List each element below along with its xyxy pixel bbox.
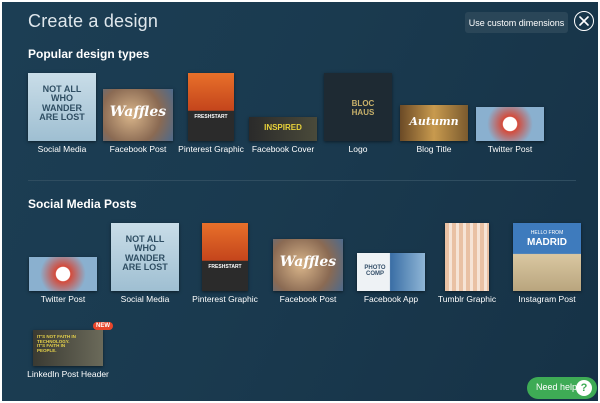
- question-mark-icon: ?: [576, 380, 592, 396]
- tile-social-media[interactable]: NOT ALL WHO WANDER ARE LOST Social Media: [111, 223, 179, 304]
- thumb-freshstart: FRESHSTART: [202, 223, 248, 291]
- custom-dimensions-button[interactable]: Use custom dimensions: [465, 12, 568, 33]
- thumb-wander: NOT ALL WHO WANDER ARE LOST: [111, 223, 179, 291]
- thumb-waffles: Waffles: [273, 239, 343, 291]
- tile-label: Social Media: [37, 144, 87, 154]
- tile-label: Facebook Post: [279, 294, 337, 304]
- tile-linkedin-post-header[interactable]: IT'S NOT FAITH IN TECHNOLOGY. IT'S FAITH…: [27, 328, 109, 379]
- tile-label: Facebook App: [363, 294, 419, 304]
- social-heading: Social Media Posts: [28, 197, 137, 211]
- close-button[interactable]: [574, 11, 594, 31]
- tile-label: Facebook Post: [109, 144, 167, 154]
- close-icon: [579, 16, 589, 26]
- tile-blog-title[interactable]: Autumn Blog Title: [399, 73, 469, 154]
- need-help-button[interactable]: Need help ?: [527, 377, 597, 399]
- tile-logo[interactable]: BLOC HAUS Logo: [324, 73, 392, 154]
- thumb-waffles: Waffles: [103, 89, 173, 141]
- tile-facebook-post[interactable]: Waffles Facebook Post: [103, 73, 173, 154]
- thumb-twitter-food: [29, 257, 97, 291]
- create-design-modal: Create a design Use custom dimensions Po…: [2, 2, 598, 401]
- tile-facebook-post[interactable]: Waffles Facebook Post: [273, 223, 343, 304]
- thumb-bloc-haus: BLOC HAUS: [324, 73, 392, 141]
- thumb-freshstart: FRESHSTART: [188, 73, 234, 141]
- tile-twitter-post[interactable]: Twitter Post: [28, 223, 98, 304]
- tile-label: Pinterest Graphic: [192, 294, 258, 304]
- tile-label: Blog Title: [416, 144, 452, 154]
- tile-pinterest-graphic[interactable]: FRESHSTART Pinterest Graphic: [178, 73, 244, 154]
- thumb-twitter-food: [476, 107, 544, 141]
- tile-label: Pinterest Graphic: [178, 144, 244, 154]
- tile-facebook-app[interactable]: PHOTO COMP Facebook App: [356, 223, 426, 304]
- tile-pinterest-graphic[interactable]: FRESHSTART Pinterest Graphic: [192, 223, 258, 304]
- section-divider: [28, 180, 576, 181]
- thumb-linkedin: IT'S NOT FAITH IN TECHNOLOGY. IT'S FAITH…: [33, 330, 103, 366]
- tile-facebook-cover[interactable]: INSPIRED Facebook Cover: [247, 73, 319, 154]
- thumb-tumblr-face: [445, 223, 489, 291]
- tile-label: Logo: [348, 144, 368, 154]
- tile-label: Tumblr Graphic: [437, 294, 497, 304]
- tile-label: LinkedIn Post Header: [27, 369, 109, 379]
- tile-social-media[interactable]: NOT ALL WHO WANDER ARE LOST Social Media: [28, 73, 96, 154]
- thumb-madrid: HELLO FROM MADRID: [513, 223, 581, 291]
- tile-instagram-post[interactable]: HELLO FROM MADRID Instagram Post: [511, 223, 583, 304]
- need-help-label: Need help: [536, 382, 578, 392]
- popular-heading: Popular design types: [28, 47, 150, 61]
- modal-title: Create a design: [28, 11, 159, 31]
- tile-label: Facebook Cover: [251, 144, 315, 154]
- tile-label: Instagram Post: [518, 294, 576, 304]
- thumb-inspired: INSPIRED: [249, 117, 317, 141]
- thumb-photo-comp: PHOTO COMP: [357, 253, 425, 291]
- tile-label: Twitter Post: [487, 144, 533, 154]
- tile-label: Twitter Post: [40, 294, 86, 304]
- thumb-wander: NOT ALL WHO WANDER ARE LOST: [28, 73, 96, 141]
- thumb-autumn: Autumn: [400, 105, 468, 141]
- tile-label: Social Media: [120, 294, 170, 304]
- new-badge: NEW: [93, 322, 113, 330]
- tile-twitter-post[interactable]: Twitter Post: [475, 73, 545, 154]
- tile-tumblr-graphic[interactable]: Tumblr Graphic: [435, 223, 499, 304]
